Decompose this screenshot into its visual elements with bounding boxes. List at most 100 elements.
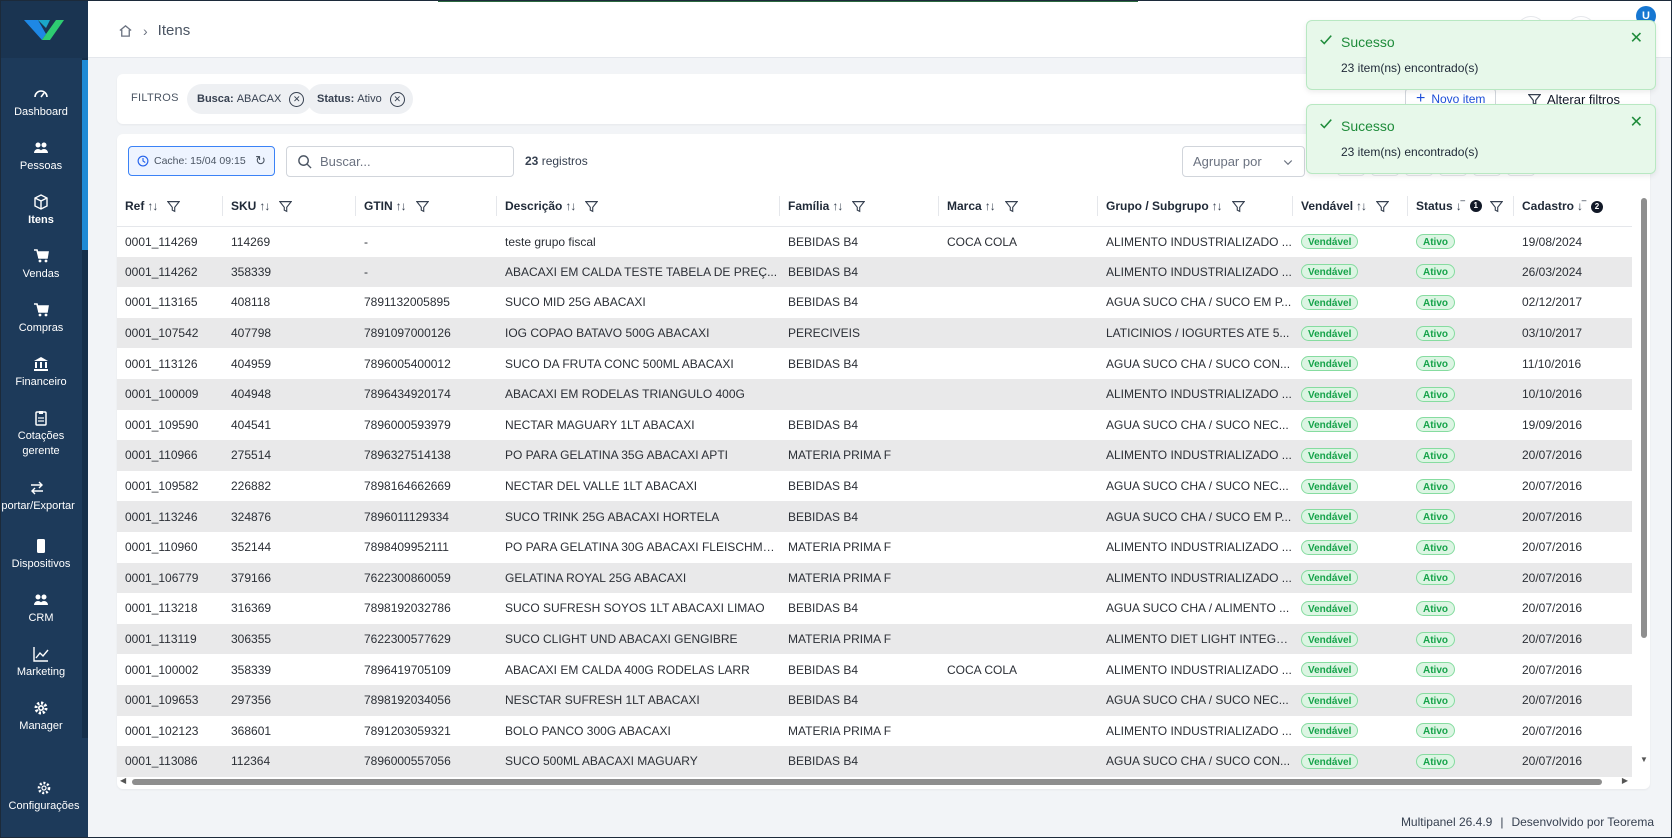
column-header-grupo[interactable]: Grupo / Subgrupo ↑↓ — [1098, 186, 1293, 227]
table-row[interactable]: 0001_113246 324876 7896011129334 SUCO TRINK… — [117, 501, 1632, 532]
sort-icon[interactable]: ↑↓ — [259, 199, 270, 213]
table-row[interactable]: 0001_114269 114269- teste grupo fiscal BEBI… — [117, 226, 1632, 257]
sidebar-item-manager[interactable]: Manager — [0, 700, 82, 734]
cell-status: Ativo — [1408, 470, 1514, 502]
home-icon[interactable] — [118, 23, 133, 38]
scroll-left-arrow[interactable]: ◀ — [120, 776, 126, 785]
filter-icon[interactable] — [1489, 200, 1503, 213]
cell-sku: 112364 — [223, 746, 356, 777]
sort-icon[interactable]: ↑↓ — [1356, 199, 1367, 213]
filter-icon[interactable] — [167, 200, 181, 213]
sidebar-item-vendas[interactable]: Vendas — [0, 248, 82, 282]
filter-chip-busca[interactable]: Busca: ABACAX ✕ — [187, 84, 313, 114]
table-vertical-scrollbar[interactable]: ▼ — [1640, 198, 1648, 764]
sidebar-item-itens[interactable]: Itens — [0, 194, 82, 228]
scroll-right-arrow[interactable]: ▶ — [1622, 776, 1628, 785]
column-header-sku[interactable]: SKU ↑↓ — [223, 186, 356, 227]
scroll-thumb[interactable] — [1641, 198, 1647, 638]
column-header-vendavel[interactable]: Vendável ↑↓ — [1293, 186, 1408, 227]
cache-button[interactable]: Cache: 15/04 09:15 ↻ — [128, 146, 275, 176]
table-row[interactable]: 0001_109590 404541 7896000593979 NECTAR MAG… — [117, 409, 1632, 441]
column-header-status[interactable]: Status ↓‾ 1 — [1408, 186, 1514, 227]
sort-icon[interactable]: ↑↓ — [1212, 199, 1223, 213]
column-label: Status — [1416, 198, 1453, 213]
sidebar-item-configuracoes[interactable]: Configurações — [0, 780, 88, 814]
sort-desc-icon[interactable]: ↓‾ — [1577, 199, 1586, 213]
search-field[interactable] — [286, 146, 514, 177]
sidebar-item-label: Compras — [18, 322, 64, 334]
brand-logo[interactable] — [0, 0, 88, 58]
vendavel-badge: Vendável — [1301, 539, 1359, 555]
filter-icon[interactable] — [415, 200, 429, 213]
filter-icon[interactable] — [1004, 200, 1018, 213]
cell-grupo: AGUA SUCO CHA / ALIMENTO ... — [1098, 593, 1293, 624]
sort-icon[interactable]: ↑↓ — [147, 199, 158, 213]
sort-icon[interactable]: ↑↓ — [396, 199, 407, 213]
table-row[interactable]: 0001_113218 316369 7898192032786 SUCO SUFRE… — [117, 593, 1632, 624]
sidebar-item-pessoas[interactable]: Pessoas — [0, 140, 82, 174]
close-icon[interactable]: ✕ — [1630, 31, 1643, 47]
table-row[interactable]: 0001_107542 407798 7891097000126 IOG COPAO … — [117, 317, 1632, 349]
cell-familia: MATERIA PRIMA F — [780, 623, 939, 655]
table-row[interactable]: 0001_106779 379166 7622300860059 GELATINA R… — [117, 562, 1632, 594]
close-icon[interactable]: ✕ — [1630, 115, 1643, 131]
close-icon[interactable]: ✕ — [389, 91, 405, 107]
table-row[interactable]: 0001_100002 358339 7896419705109 ABACAXI EM… — [117, 654, 1632, 685]
bank-icon — [34, 357, 48, 371]
chip-value: ABACAX — [236, 93, 282, 105]
column-header-gtin[interactable]: GTIN ↑↓ — [356, 186, 497, 227]
cell-grupo: AGUA SUCO CHA / SUCO NEC... — [1098, 470, 1293, 502]
sort-icon[interactable]: ↑↓ — [832, 199, 843, 213]
cell-vendavel: Vendável — [1293, 256, 1408, 288]
scroll-down-arrow[interactable]: ▼ — [1640, 755, 1648, 764]
refresh-icon[interactable]: ↻ — [255, 153, 266, 169]
cell-status: Ativo — [1408, 501, 1514, 532]
table-row[interactable]: 0001_102123 368601 7891203059321 BOLO PANCO… — [117, 715, 1632, 747]
close-icon[interactable]: ✕ — [289, 91, 305, 107]
sidebar-item-crm[interactable]: CRM — [0, 592, 82, 626]
sort-icon[interactable]: ↑↓ — [985, 199, 996, 213]
table-row[interactable]: 0001_109653 297356 7898192034056 NESCTAR SU… — [117, 684, 1632, 716]
vendavel-badge: Vendável — [1301, 662, 1359, 678]
filter-icon[interactable] — [585, 200, 599, 213]
cell-sku: 352144 — [223, 531, 356, 563]
sidebar-scroll-thumb[interactable] — [82, 60, 88, 250]
table-row[interactable]: 0001_109582 226882 7898164662669 NECTAR DEL… — [117, 470, 1632, 502]
status-badge: Ativo — [1416, 662, 1455, 678]
table-row[interactable]: 0001_114262 358339- ABACAXI EM CALDA TESTE… — [117, 256, 1632, 288]
column-header-marca[interactable]: Marca ↑↓ — [939, 186, 1098, 227]
table-row[interactable]: 0001_100009 404948 7896434920174 ABACAXI EM… — [117, 378, 1632, 410]
sort-desc-icon[interactable]: ↓‾ — [1456, 199, 1465, 213]
cell-descricao: ABACAXI EM RODELAS TRIANGULO 400G — [497, 378, 780, 410]
scroll-thumb[interactable] — [132, 779, 1602, 785]
table-row[interactable]: 0001_113165 408118 7891132005895 SUCO MID 2… — [117, 287, 1632, 318]
group-by-select[interactable]: Agrupar por — [1182, 146, 1305, 177]
column-header-ref[interactable]: Ref ↑↓ — [117, 186, 223, 227]
sidebar-item-financeiro[interactable]: Financeiro — [0, 356, 82, 390]
table-row[interactable]: 0001_113119 306355 7622300577629 SUCO CLIGH… — [117, 623, 1632, 655]
vendavel-badge: Vendável — [1301, 723, 1359, 739]
sidebar-item-dispositivos[interactable]: Dispositivos — [0, 538, 82, 572]
filter-icon[interactable] — [1376, 200, 1390, 213]
table-row[interactable]: 0001_110960 352144 7898409952111 PO PARA GE… — [117, 531, 1632, 563]
filter-chip-status[interactable]: Status: Ativo ✕ — [307, 84, 413, 114]
filter-icon[interactable] — [1231, 200, 1245, 213]
table-row[interactable]: 0001_113126 404959 7896005400012 SUCO DA FR… — [117, 348, 1632, 379]
filter-icon[interactable] — [852, 200, 866, 213]
sidebar-item-label: Manager — [19, 720, 63, 732]
sidebar-item-cotacoes[interactable]: Cotações gerente — [0, 410, 82, 459]
table-horizontal-scrollbar[interactable]: ◀ ▶ — [118, 776, 1628, 787]
search-input[interactable] — [320, 154, 500, 169]
sidebar-item-marketing[interactable]: Marketing — [0, 646, 82, 680]
sidebar-item-importar-exportar[interactable]: Importar/Exportar — [0, 480, 76, 514]
sidebar-item-dashboard[interactable]: Dashboard — [0, 86, 82, 120]
cell-gtin: 7898192034056 — [356, 684, 497, 716]
sort-icon[interactable]: ↑↓ — [565, 199, 576, 213]
sidebar-item-compras[interactable]: Compras — [0, 302, 82, 336]
column-header-descricao[interactable]: Descrição ↑↓ — [497, 186, 780, 227]
filter-icon[interactable] — [279, 200, 293, 213]
table-row[interactable]: 0001_110966 275514 7896327514138 PO PARA GE… — [117, 440, 1632, 471]
column-header-cadastro[interactable]: Cadastro ↓‾ 2 — [1514, 186, 1632, 227]
table-row[interactable]: 0001_113086 112364 7896000557056 SUCO 500ML… — [117, 746, 1632, 777]
column-header-familia[interactable]: Família ↑↓ — [780, 186, 939, 227]
